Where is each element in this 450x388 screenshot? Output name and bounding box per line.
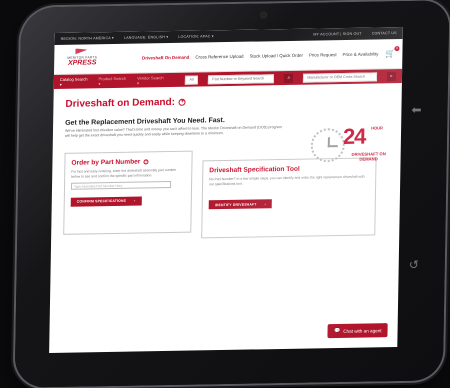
nav-item-price-request[interactable]: Price Request (309, 52, 337, 57)
identify-driveshaft-button[interactable]: IDENTIFY DRIVESHAFT › (208, 199, 272, 210)
order-card-text: For fast and easy ordering, enter the dr… (71, 167, 177, 179)
contact-link[interactable]: CONTACT US (372, 31, 397, 35)
nav-item-price-availability[interactable]: Price & Availability (343, 51, 379, 57)
page-title: Driveshaft on Demand: + (65, 93, 389, 110)
tablet-device: ⬅ ↺ REGION: NORTH AMERICA ▾ LANGUAGE: EN… (0, 0, 450, 388)
site-logo[interactable]: MERITOR PARTS XPRESS (60, 48, 104, 71)
region-selector[interactable]: REGION: NORTH AMERICA ▾ (61, 36, 114, 41)
category-select[interactable]: All (184, 75, 199, 85)
order-card-title: Order by Part Number ? (71, 158, 185, 167)
confirm-button-label: CONFIRM SPECIFICATIONS (76, 198, 127, 204)
chat-bubble-icon: 💬 (333, 327, 341, 335)
badge-number: 24 (342, 123, 366, 149)
badge-hour: HOUR (371, 125, 383, 131)
page-title-text: Driveshaft on Demand: (65, 96, 176, 110)
location-selector[interactable]: LOCATION: APAC ▾ (178, 34, 214, 39)
chat-button[interactable]: 💬 Chat with an agent (327, 323, 388, 339)
part-number-input[interactable]: Type Assembly Part Number Here (70, 181, 172, 190)
main-nav: Driveshaft On Demand Cross Reference Upl… (104, 51, 378, 61)
cross-search-input[interactable]: Manufacturer or OEM Cross Search (303, 71, 377, 83)
part-search-input[interactable]: Part Number or Keyword Search (208, 73, 275, 84)
account-link[interactable]: MY ACCOUNT | SIGN OUT (313, 32, 361, 37)
24-hour-badge: 24 HOUR DRIVESHAFT ON DEMAND (310, 123, 391, 174)
order-card-title-text: Order by Part Number (71, 158, 141, 167)
clock-icon (310, 127, 346, 163)
logo-line2: XPRESS (67, 58, 97, 67)
camera-icon (261, 12, 267, 18)
intro-paragraph: We've eliminated lost driveline value? T… (64, 125, 282, 138)
order-by-part-card: Order by Part Number ? For fast and easy… (63, 150, 193, 235)
search-icon[interactable]: ⌕ (386, 71, 397, 81)
identify-button-label: IDENTIFY DRIVESHAFT (214, 202, 257, 207)
browser-screen: REGION: NORTH AMERICA ▾ LANGUAGE: ENGLIS… (49, 26, 403, 354)
language-selector[interactable]: LANGUAGE: ENGLISH ▾ (124, 35, 168, 40)
help-icon[interactable]: ? (143, 159, 149, 165)
cart-button[interactable]: 🛒 0 (384, 45, 400, 60)
nav-item-driveshaft[interactable]: Driveshaft On Demand (142, 55, 189, 61)
search-icon[interactable]: ⌕ (284, 73, 294, 83)
spec-card-text: No Part Number? In a few simple steps, y… (209, 174, 365, 186)
back-icon[interactable]: ⬅ (407, 101, 425, 119)
logo-flag-icon (75, 48, 87, 54)
badge-ondemand: DRIVESHAFT ON DEMAND (351, 151, 386, 162)
confirm-specifications-button[interactable]: CONFIRM SPECIFICATIONS › (70, 196, 142, 207)
nav-item-stock-upload[interactable]: Stock Upload / Quick Order (249, 53, 303, 59)
recent-apps-icon[interactable]: ↺ (405, 256, 423, 274)
arrow-right-icon: › (134, 198, 136, 203)
chat-label: Chat with an agent (343, 327, 382, 334)
main-content: Driveshaft on Demand: + Get the Replacem… (51, 83, 402, 251)
cart-count: 0 (394, 45, 400, 51)
product-search-menu[interactable]: Product Search ▾ (98, 76, 127, 86)
vendor-search-menu[interactable]: Vendor Search ▾ (137, 75, 165, 85)
nav-item-cross-reference[interactable]: Cross Reference Upload (195, 54, 243, 60)
plus-circle-icon[interactable]: + (178, 98, 187, 106)
catalog-search-menu[interactable]: Catalog Search ▾ (60, 76, 89, 86)
arrow-right-icon: › (264, 201, 266, 207)
